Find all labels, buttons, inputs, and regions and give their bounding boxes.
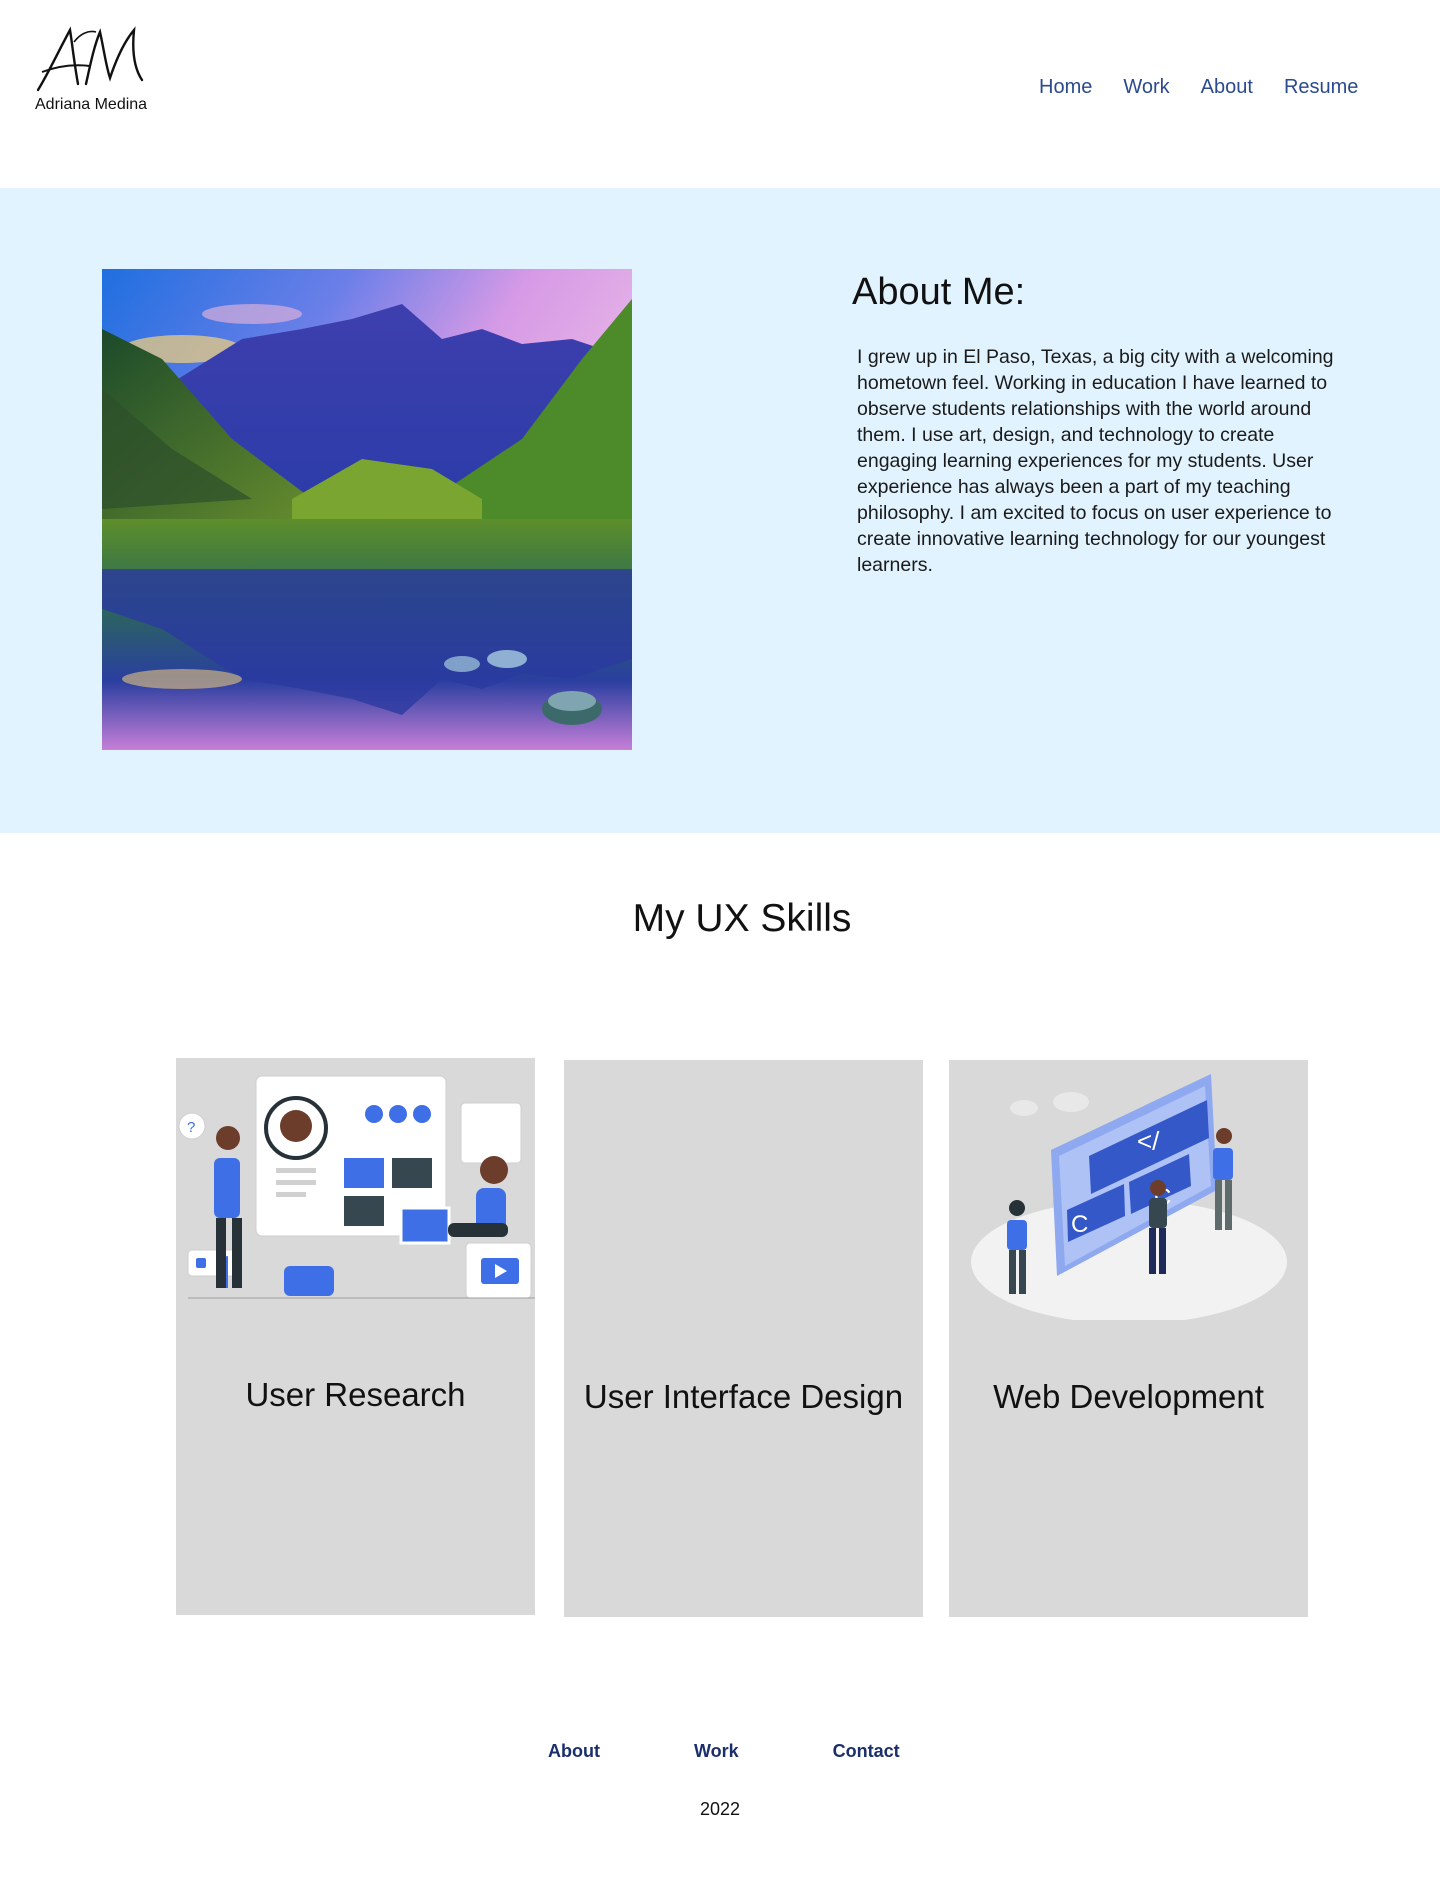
skill-card-web-development[interactable]: </ C C Web Development [949,1060,1308,1617]
skill-card-ui-design[interactable]: User Interface Design [564,1060,923,1617]
about-body: I grew up in El Paso, Texas, a big city … [857,346,1334,576]
footer-nav: About Work Contact [548,1741,900,1762]
svg-text:?: ? [187,1119,195,1136]
logo-name: Adriana Medina [35,96,148,113]
nav-resume[interactable]: Resume [1284,76,1358,99]
skill-card-user-research[interactable]: ? User Research [176,1058,535,1615]
skill-card-label: User Interface Design [583,1378,904,1415]
footer-link-about[interactable]: About [548,1741,600,1762]
footer-link-work[interactable]: Work [694,1741,739,1762]
nav-about[interactable]: About [1201,76,1253,99]
about-title: About Me: [852,271,1026,313]
nav-home[interactable]: Home [1039,76,1092,99]
about-section: About Me: I grew up in El Paso, Texas, a… [0,188,1440,833]
skill-card-label: Web Development [993,1378,1264,1415]
main-nav: Home Work About Resume [1039,76,1358,99]
svg-text:</: </ [1137,1126,1160,1156]
web-development-illustration: </ C C [949,1060,1308,1324]
user-research-illustration: ? [176,1058,535,1318]
footer-link-contact[interactable]: Contact [833,1741,900,1762]
skill-card-label: User Research [245,1376,466,1413]
logo-monogram: AM [36,26,144,92]
footer-year: 2022 [699,1799,741,1819]
skills-title: My UX Skills [632,897,852,940]
nav-work[interactable]: Work [1123,76,1169,99]
svg-text:C: C [1071,1211,1088,1238]
mountain-lake-photo [102,269,632,750]
